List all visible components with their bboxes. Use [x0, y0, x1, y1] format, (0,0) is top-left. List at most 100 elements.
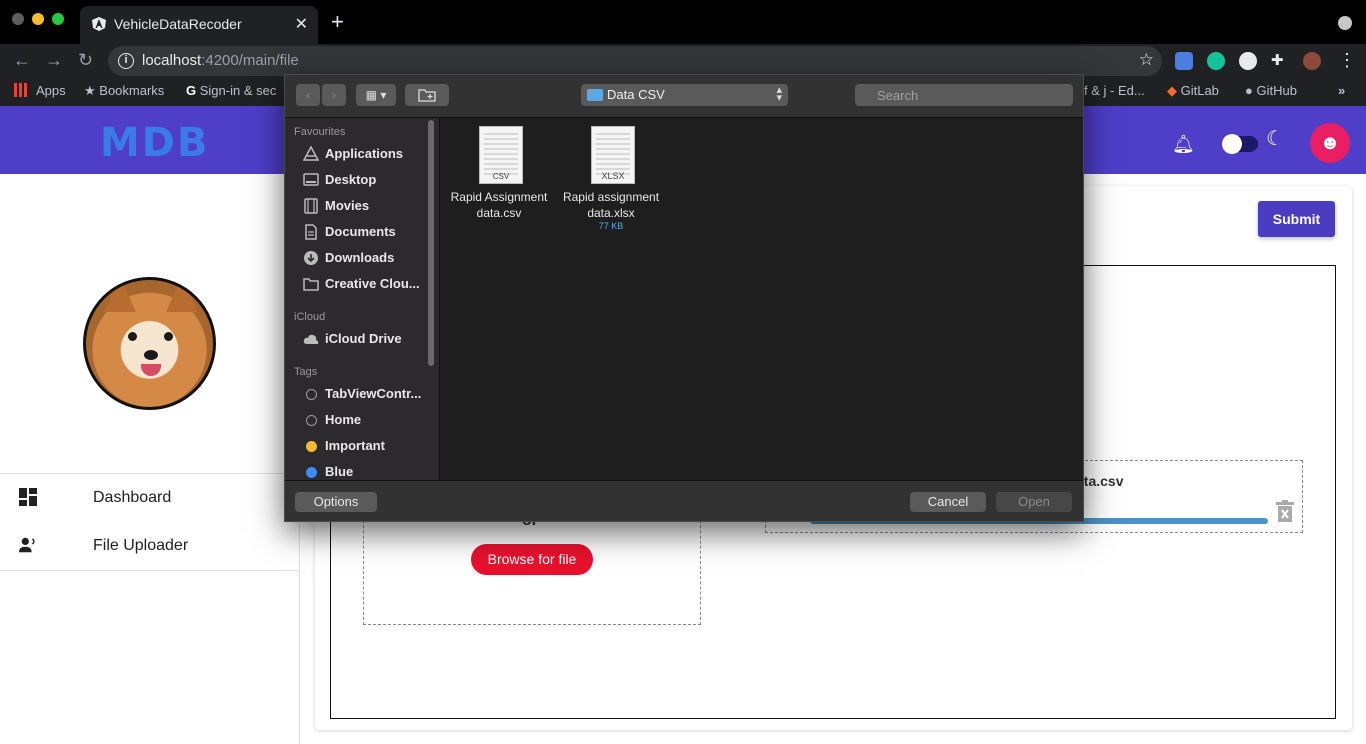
dog-eye — [128, 332, 137, 341]
gitlab-icon: ◆ — [1167, 83, 1181, 98]
extension-icon[interactable] — [1239, 52, 1257, 70]
close-window-button[interactable] — [12, 13, 24, 25]
dog-ear — [104, 280, 136, 312]
sidebar-scrollbar[interactable] — [428, 120, 434, 366]
new-tab-button[interactable]: + — [331, 11, 344, 33]
minimize-window-button[interactable] — [32, 13, 44, 25]
folder-icon — [303, 278, 319, 291]
new-folder-button[interactable] — [405, 84, 449, 106]
grammarly-extension-icon[interactable] — [1207, 52, 1225, 70]
downloads-icon — [304, 251, 318, 265]
tab-title: VehicleDataRecoder — [114, 16, 242, 32]
desktop-icon — [303, 173, 319, 186]
view-options-button[interactable]: ▦ ▾ — [356, 84, 396, 106]
section-tags: Tags — [294, 366, 318, 378]
star-icon: ★ — [84, 83, 100, 98]
user-avatar-button[interactable]: ☻ — [1310, 123, 1350, 163]
current-folder-label: Data CSV — [607, 87, 665, 102]
address-bar[interactable]: i localhost:4200/main/file ☆ — [108, 46, 1162, 76]
moon-icon: ☾ — [1266, 128, 1284, 150]
bookmark-github[interactable]: ● GitHub — [1245, 83, 1297, 98]
csv-file-icon: CSV — [479, 126, 523, 184]
dialog-sidebar: Favourites Applications Desktop Movies D… — [285, 118, 439, 480]
back-chevron-icon[interactable]: ‹ — [296, 84, 320, 106]
file-name: Rapid assignment data.xlsx — [562, 190, 660, 220]
doc-lines — [484, 133, 518, 175]
reload-icon[interactable]: ↻ — [78, 50, 93, 70]
theme-toggle[interactable] — [1222, 134, 1258, 154]
profile-avatar — [83, 277, 216, 410]
sidebar-item-documents[interactable]: Documents — [285, 220, 425, 244]
apps-grid-icon — [14, 83, 28, 97]
delete-file-icon[interactable] — [1276, 500, 1294, 522]
tab-search-icon[interactable] — [1338, 16, 1352, 30]
forward-chevron-icon[interactable]: › — [322, 84, 346, 106]
options-button[interactable]: Options — [295, 492, 377, 512]
bookmark-apps[interactable]: Apps — [14, 83, 66, 98]
sidebar-item-applications[interactable]: Applications — [285, 142, 425, 166]
browser-menu-icon[interactable]: ⋮ — [1338, 50, 1356, 70]
translate-extension-icon[interactable] — [1175, 52, 1193, 70]
zoom-window-button[interactable] — [52, 13, 64, 25]
forward-icon[interactable]: → — [45, 50, 63, 70]
movies-icon — [304, 198, 318, 214]
close-tab-icon[interactable]: ✕ — [295, 14, 308, 34]
open-button[interactable]: Open — [996, 492, 1072, 512]
profile-avatar-icon[interactable] — [1303, 52, 1321, 70]
select-arrows-icon: ▴ ▾ — [776, 84, 782, 104]
file-open-dialog: ‹ › ▦ ▾ Data CSV ▴▾ ⌕ Favourites Applica… — [284, 74, 1084, 522]
sidebar-item-dashboard[interactable]: Dashboard — [0, 474, 300, 522]
back-icon[interactable]: ← — [13, 50, 31, 70]
file-item-xlsx[interactable]: XLSX Rapid assignment data.xlsx 77 KB — [555, 126, 667, 236]
sidebar-item-file-uploader[interactable]: File Uploader — [0, 522, 300, 570]
tag-dot-icon — [306, 415, 317, 426]
app-sidebar: Dashboard File Uploader — [0, 174, 300, 744]
dialog-search-input[interactable] — [855, 84, 1073, 106]
dog-eye — [164, 332, 173, 341]
folder-icon — [587, 89, 603, 101]
doc-lines — [596, 133, 630, 175]
site-info-icon[interactable]: i — [118, 53, 134, 69]
file-item-csv[interactable]: CSV Rapid Assignment data.csv — [443, 126, 555, 236]
browse-file-button[interactable]: Browse for file — [471, 544, 593, 575]
sidebar-item-creative-cloud[interactable]: Creative Clou... — [285, 272, 425, 296]
toggle-knob — [1222, 134, 1242, 154]
sidebar-item-desktop[interactable]: Desktop — [285, 168, 425, 192]
bookmark-star-icon[interactable]: ☆ — [1139, 50, 1154, 70]
cloud-icon — [303, 334, 319, 344]
folder-location-select[interactable]: Data CSV ▴ ▾ — [581, 84, 788, 106]
sidebar-item-icloud-drive[interactable]: iCloud Drive — [285, 327, 425, 351]
applications-icon — [303, 146, 319, 161]
sidebar-item-label: Dashboard — [93, 489, 172, 506]
sidebar-item-label: Movies — [325, 198, 370, 213]
puzzle-extensions-icon[interactable]: ✚ — [1271, 52, 1289, 70]
file-name: Rapid Assignment data.csv — [450, 190, 548, 220]
sidebar-item-label: Creative Clou... — [325, 276, 420, 291]
dialog-toolbar: ‹ › ▦ ▾ Data CSV ▴▾ ⌕ — [285, 75, 1083, 118]
sidebar-item-downloads[interactable]: Downloads — [285, 246, 425, 270]
section-favourites: Favourites — [294, 126, 346, 138]
bookmark-gitlab[interactable]: ◆ GitLab — [1167, 83, 1219, 99]
submit-button[interactable]: Submit — [1258, 201, 1335, 237]
dialog-footer: Options Cancel Open — [285, 480, 1083, 521]
bookmark-signin[interactable]: G Sign-in & sec — [186, 83, 276, 98]
cancel-button[interactable]: Cancel — [910, 492, 986, 512]
sidebar-item-tag[interactable]: Home — [285, 408, 425, 432]
bookmark-bookmarks[interactable]: ★ Bookmarks — [84, 83, 164, 99]
browser-tab[interactable]: VehicleDataRecoder ✕ — [80, 6, 318, 44]
sidebar-item-movies[interactable]: Movies — [285, 194, 425, 218]
angular-icon — [92, 17, 106, 31]
sidebar-item-label: Desktop — [325, 172, 377, 187]
sidebar-item-label: Home — [325, 412, 362, 427]
file-size: 77 KB — [598, 221, 624, 231]
sidebar-item-label: File Uploader — [93, 537, 189, 554]
notification-bell-icon[interactable]: 🔔︎ — [1172, 134, 1195, 154]
new-folder-icon — [418, 89, 436, 102]
sidebar-item-tag[interactable]: TabViewContr... — [285, 382, 425, 406]
github-icon: ● — [1245, 83, 1257, 98]
file-ext-label: XLSX — [601, 171, 625, 181]
divider — [0, 570, 300, 571]
sidebar-item-tag[interactable]: Important — [285, 434, 425, 458]
more-bookmarks-button[interactable]: » — [1338, 83, 1345, 98]
bookmark-edu[interactable]: f & j - Ed... — [1084, 83, 1145, 98]
